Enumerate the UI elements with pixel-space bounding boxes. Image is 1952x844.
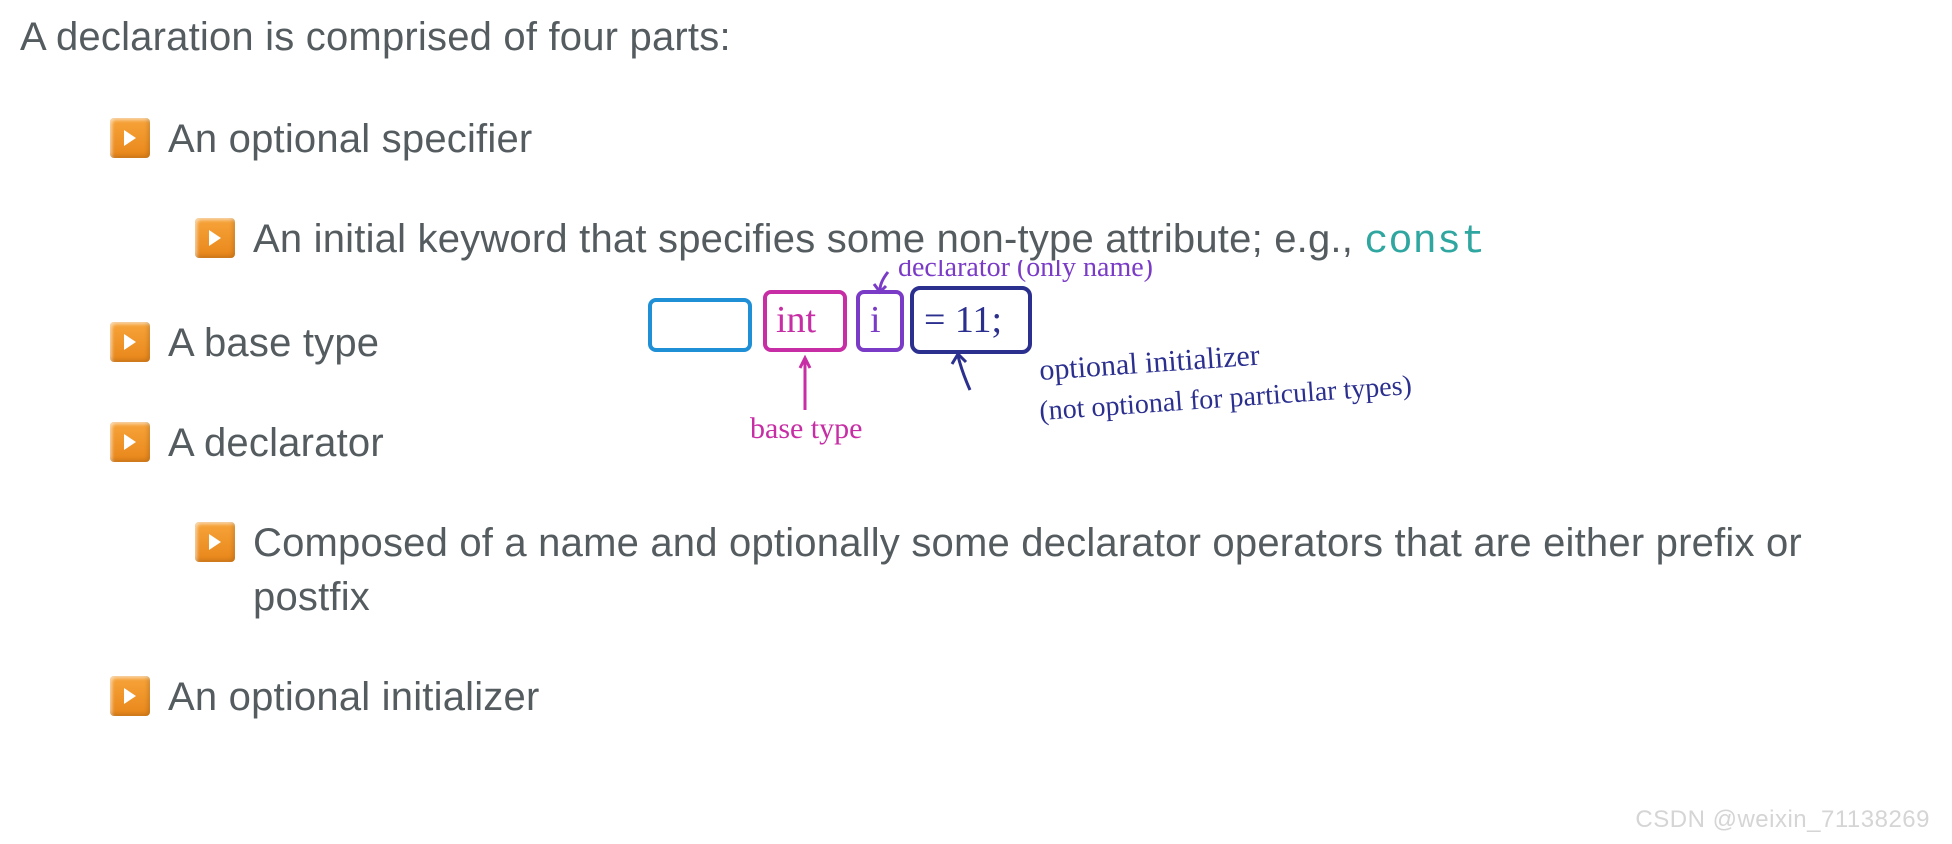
item-specifier-text: An optional specifier: [168, 112, 1788, 166]
item-initializer: An optional initializer: [110, 670, 1920, 724]
item-specifier-sub-text: An initial keyword that specifies some n…: [253, 212, 1873, 270]
slide-body: A declaration is comprised of four parts…: [20, 10, 1920, 724]
item-declarator-sub: Composed of a name and optionally some d…: [195, 516, 1920, 624]
play-icon: [110, 676, 150, 716]
item-declarator: A declarator: [110, 416, 1920, 470]
play-icon: [110, 118, 150, 158]
item-declarator-text: A declarator: [168, 416, 1788, 470]
item-base-type: A base type: [110, 316, 1920, 370]
item-base-type-text: A base type: [168, 316, 1788, 370]
item-specifier: An optional specifier: [110, 112, 1920, 166]
play-icon: [195, 522, 235, 562]
watermark: CSDN @weixin_71138269: [1635, 806, 1930, 834]
const-code: const: [1364, 220, 1485, 265]
item-initializer-text: An optional initializer: [168, 670, 1788, 724]
item-specifier-sub: An initial keyword that specifies some n…: [195, 212, 1920, 270]
item-declarator-sub-text: Composed of a name and optionally some d…: [253, 516, 1873, 624]
play-icon: [195, 218, 235, 258]
intro-text: A declaration is comprised of four parts…: [20, 10, 1920, 64]
specifier-sub-plain: An initial keyword that specifies some n…: [253, 217, 1364, 261]
play-icon: [110, 422, 150, 462]
play-icon: [110, 322, 150, 362]
